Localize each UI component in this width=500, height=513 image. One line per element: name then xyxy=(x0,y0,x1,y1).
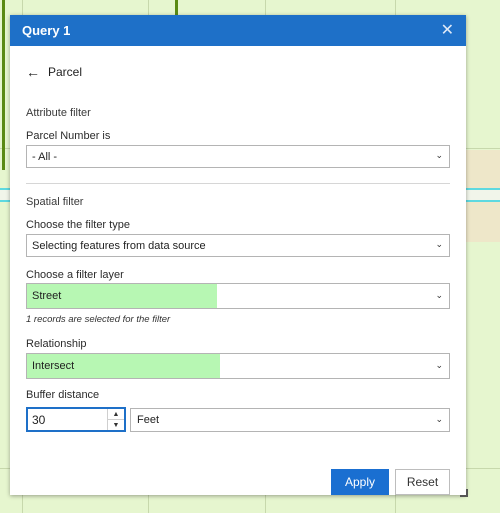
parcel-number-value: - All - xyxy=(32,150,58,163)
spatial-filter-heading: Spatial filter xyxy=(26,196,84,208)
filter-type-label: Choose the filter type xyxy=(26,219,130,231)
filter-layer-label: Choose a filter layer xyxy=(26,269,124,281)
map-parcel xyxy=(466,150,500,188)
relationship-select[interactable]: Intersect ⌄ xyxy=(26,353,450,379)
chevron-down-icon: ⌄ xyxy=(435,239,443,249)
chevron-down-icon: ⌄ xyxy=(435,414,443,424)
buffer-distance-label: Buffer distance xyxy=(26,389,100,401)
map-parcel-outline xyxy=(2,0,5,170)
attribute-filter-heading: Attribute filter xyxy=(26,107,91,119)
filter-type-value: Selecting features from data source xyxy=(32,239,206,252)
map-parcel-outline xyxy=(175,0,178,15)
map-parcel xyxy=(466,200,500,242)
filter-layer-value: Street xyxy=(32,290,62,302)
buffer-distance-value: 30 xyxy=(32,412,46,427)
filter-type-select[interactable]: Selecting features from data source ⌄ xyxy=(26,234,450,257)
arrow-left-icon[interactable]: ← xyxy=(26,64,40,80)
section-divider xyxy=(26,183,450,184)
stepper-down-icon[interactable]: ▼ xyxy=(108,419,124,430)
buffer-stepper: ▲ ▼ xyxy=(107,409,124,430)
relationship-label: Relationship xyxy=(26,338,87,350)
stepper-up-icon[interactable]: ▲ xyxy=(108,409,124,419)
chevron-down-icon: ⌄ xyxy=(435,150,443,160)
parcel-number-select[interactable]: - All - ⌄ xyxy=(26,145,450,168)
back-label: Parcel xyxy=(48,65,83,79)
buffer-unit-value: Feet xyxy=(137,414,160,426)
panel-title: Query 1 xyxy=(22,23,71,38)
close-icon[interactable]: ✕ xyxy=(441,22,454,39)
panel-header: Query 1 ✕ xyxy=(10,15,466,46)
filter-layer-select[interactable]: Street ⌄ xyxy=(26,283,450,309)
relationship-value: Intersect xyxy=(32,360,75,372)
chevron-down-icon: ⌄ xyxy=(435,290,443,300)
apply-button[interactable]: Apply xyxy=(331,469,389,495)
chevron-down-icon: ⌄ xyxy=(435,360,443,370)
buffer-distance-input[interactable]: 30 ▲ ▼ xyxy=(26,407,126,432)
parcel-number-label: Parcel Number is xyxy=(26,130,111,142)
reset-button[interactable]: Reset xyxy=(395,469,450,495)
buffer-unit-select[interactable]: Feet ⌄ xyxy=(130,408,450,432)
selection-note: 1 records are selected for the filter xyxy=(26,314,171,325)
resize-handle[interactable] xyxy=(460,489,468,497)
back-button[interactable]: ← Parcel xyxy=(26,64,82,80)
query-panel: Query 1 ✕ ← Parcel Attribute filter Parc… xyxy=(10,15,468,497)
